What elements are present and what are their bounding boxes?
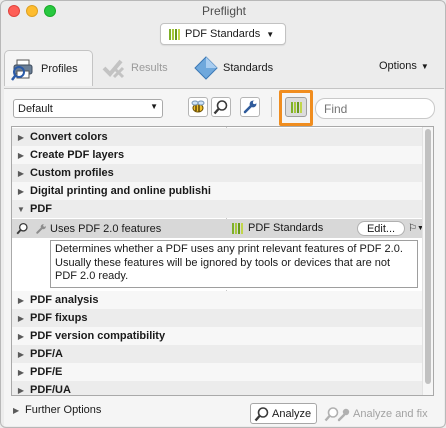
- tree-group-label: PDF/A: [30, 348, 63, 360]
- dropdown-caret-icon: ▼: [266, 29, 275, 39]
- profile-library-value: Default: [18, 102, 53, 115]
- bee-profile-button[interactable]: [188, 97, 208, 117]
- disclosure-right-icon[interactable]: ▶: [12, 368, 30, 377]
- tree-group-row[interactable]: ▶ PDF analysis: [12, 291, 422, 309]
- standards-dropdown[interactable]: PDF Standards ▼: [160, 23, 286, 45]
- find-input[interactable]: [315, 98, 435, 119]
- magnifier-icon: [12, 222, 32, 235]
- printer-magnifier-icon: [11, 56, 37, 82]
- check-description: Determines whether a PDF uses any print …: [50, 240, 418, 288]
- disclosure-right-icon[interactable]: ▶: [12, 314, 30, 323]
- pdf-standards-icon: [290, 101, 302, 113]
- tree-group-row[interactable]: ▶ Digital printing and online publishi: [12, 182, 422, 200]
- further-options-label: Further Options: [25, 404, 102, 416]
- tree-group-row[interactable]: ▶ PDF fixups: [12, 309, 422, 327]
- tree-group-label: Convert colors: [30, 131, 108, 143]
- tree-group-row[interactable]: ▶ PDF version compatibility: [12, 327, 422, 345]
- disclosure-right-icon[interactable]: ▶: [12, 350, 30, 359]
- edit-profile-button[interactable]: [240, 97, 260, 117]
- check-label: Uses PDF 2.0 features: [50, 222, 162, 235]
- window-title: Preflight: [201, 4, 247, 18]
- magnifier-icon: [254, 406, 269, 421]
- inspect-button[interactable]: [211, 97, 231, 117]
- tree-group-label: Custom profiles: [30, 167, 114, 179]
- analyze-and-fix-button[interactable]: Analyze and fix: [321, 403, 435, 424]
- profiles-tree[interactable]: ▶ Convert colors ▶ Create PDF layers ▶ C…: [11, 126, 434, 396]
- disclosure-right-icon[interactable]: ▶: [12, 386, 30, 395]
- tab-results[interactable]: Results: [101, 50, 168, 86]
- disclosure-right-icon[interactable]: ▶: [12, 133, 30, 142]
- disclosure-right-icon[interactable]: ▶: [12, 151, 30, 160]
- standards-dropdown-label: PDF Standards: [185, 28, 261, 40]
- tree-group-row[interactable]: ▶ Convert colors: [12, 128, 422, 146]
- edit-check-button[interactable]: Edit...: [357, 221, 405, 236]
- disclosure-right-icon[interactable]: ▶: [12, 296, 30, 305]
- tree-group-label: PDF/UA: [30, 384, 71, 396]
- tree-group-label: PDF fixups: [30, 312, 88, 324]
- tab-profiles-label: Profiles: [41, 62, 78, 75]
- flag-icon: ⚐: [408, 223, 418, 234]
- preflight-window: Preflight PDF Standards ▼ Profiles Resul…: [0, 0, 446, 428]
- analyze-label: Analyze: [272, 407, 312, 420]
- pdf-standards-icon: [232, 222, 243, 234]
- check-standard-label: PDF Standards: [248, 222, 324, 234]
- options-caret-icon: ▼: [420, 62, 429, 71]
- tree-group-label: PDF/E: [30, 366, 63, 378]
- disclosure-right-icon[interactable]: ▶: [12, 332, 30, 341]
- pdf-standards-icon: [169, 28, 180, 40]
- tree-group-row[interactable]: ▶ PDF/A: [12, 345, 422, 363]
- tab-results-label: Results: [131, 62, 168, 74]
- tab-bar: Profiles Results Standards Options ▼: [1, 48, 445, 88]
- tree-group-row[interactable]: ▶ PDF/UA: [12, 381, 422, 396]
- tab-standards[interactable]: Standards: [193, 50, 273, 86]
- check-row-selected[interactable]: Uses PDF 2.0 features PDF Standards Edit…: [12, 219, 424, 238]
- select-caret-icon: ▼: [150, 102, 158, 111]
- title-bar: Preflight: [1, 1, 445, 21]
- checkmark-cross-icon: [101, 55, 127, 81]
- tree-group-label: Create PDF layers: [30, 149, 125, 161]
- disclosure-right-icon: ▶: [13, 405, 20, 415]
- tab-profiles[interactable]: Profiles: [4, 50, 93, 86]
- options-menu[interactable]: Options ▼: [379, 60, 429, 72]
- pdf-standards-filter-button[interactable]: [285, 97, 307, 117]
- analyze-button[interactable]: Analyze: [250, 403, 317, 424]
- magnifier-wrench-icon: [324, 406, 350, 421]
- analyze-and-fix-label: Analyze and fix: [353, 407, 428, 420]
- tree-group-label: PDF: [30, 203, 52, 215]
- tree-scrollbar[interactable]: [422, 127, 433, 395]
- description-area: Determines whether a PDF uses any print …: [12, 238, 422, 290]
- bee-icon: [191, 100, 205, 113]
- disclosure-down-icon[interactable]: ▼: [12, 205, 30, 214]
- profile-library-select[interactable]: Default ▼: [13, 99, 163, 118]
- tree-group-label: PDF analysis: [30, 294, 99, 306]
- tree-group-row[interactable]: ▶ Custom profiles: [12, 164, 422, 182]
- wrench-icon: [243, 100, 257, 114]
- wrench-icon: [32, 223, 50, 235]
- options-label: Options: [379, 60, 417, 72]
- tab-standards-label: Standards: [223, 62, 274, 74]
- tree-group-label: PDF version compatibility: [30, 330, 166, 342]
- further-options-toggle[interactable]: ▶ Further Options: [13, 404, 101, 416]
- tree-group-row[interactable]: ▼ PDF: [12, 200, 422, 218]
- toolbar-separator: [271, 97, 272, 117]
- tree-group-label: Digital printing and online publishi: [30, 185, 211, 197]
- tree-group-row[interactable]: ▶ Create PDF layers: [12, 146, 422, 164]
- tree-group-row[interactable]: ▶ PDF/E: [12, 363, 422, 381]
- magnifier-icon: [213, 100, 228, 115]
- diamond-icon: [193, 55, 219, 81]
- scroll-thumb[interactable]: [425, 129, 431, 384]
- disclosure-right-icon[interactable]: ▶: [12, 187, 30, 196]
- disclosure-right-icon[interactable]: ▶: [12, 169, 30, 178]
